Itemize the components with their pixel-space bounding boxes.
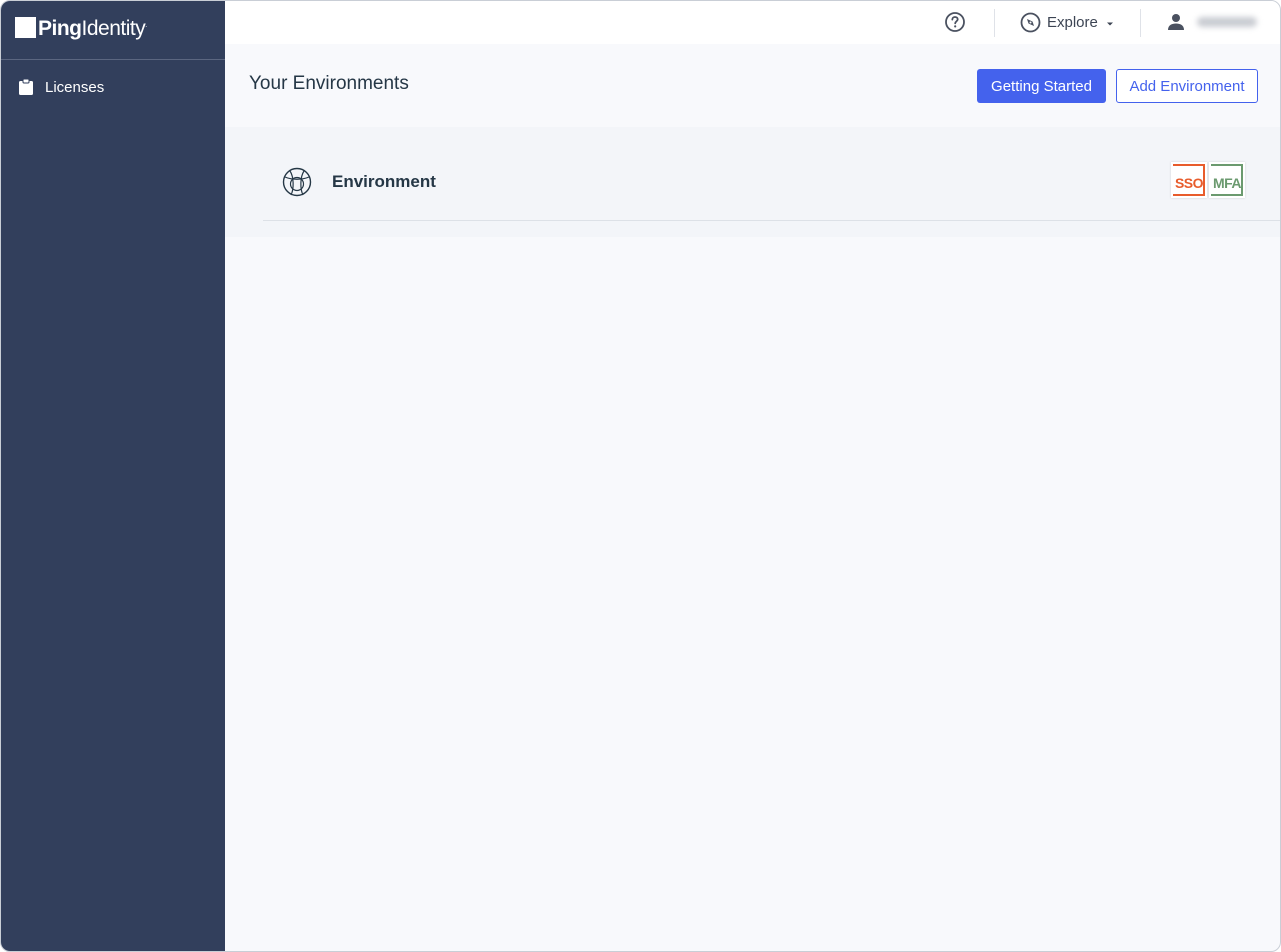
list-item[interactable]: Environment SSO MFA [263, 127, 1280, 221]
sso-badge-label: SSO [1174, 174, 1204, 191]
environment-list: Environment SSO MFA [225, 127, 1280, 237]
explore-label: Explore [1047, 13, 1098, 31]
chevron-down-icon [1106, 22, 1113, 25]
page-title: Your Environments [249, 73, 409, 94]
logo-text-bold: Ping [38, 16, 82, 40]
getting-started-button[interactable]: Getting Started [977, 69, 1106, 103]
logo-text-light: Identity [81, 16, 146, 40]
user-menu[interactable] [1167, 11, 1257, 33]
mfa-badge: MFA [1209, 162, 1245, 198]
compass-icon [1020, 12, 1041, 32]
user-icon [1168, 14, 1184, 30]
clipboard-icon [19, 79, 33, 95]
sidebar: PingIdentity. Licenses [1, 1, 225, 951]
environment-name: Environment [332, 172, 436, 191]
topbar-separator [994, 9, 995, 37]
sidebar-divider [1, 59, 225, 60]
topbar-separator [1140, 9, 1141, 37]
help-button[interactable] [944, 11, 966, 33]
sidebar-item-label: Licenses [45, 78, 105, 96]
add-environment-button[interactable]: Add Environment [1116, 69, 1258, 103]
logo-mark: . [145, 21, 147, 29]
logo-text: PingIdentity. [38, 14, 147, 41]
mfa-badge-label: MFA [1212, 174, 1242, 191]
help-circle-icon [945, 12, 965, 32]
globe-icon [282, 167, 312, 197]
sso-badge: SSO [1171, 162, 1207, 198]
product-badges: SSO MFA [1171, 162, 1247, 198]
logo-square-icon [15, 16, 36, 38]
app-window: PingIdentity. Licenses Explore Your Envi… [0, 0, 1281, 952]
sidebar-item-licenses[interactable]: Licenses [1, 73, 225, 101]
explore-menu[interactable]: Explore [1020, 10, 1114, 34]
user-name-redacted [1197, 17, 1257, 27]
top-bar: Explore [225, 1, 1280, 44]
ping-identity-logo[interactable]: PingIdentity. [15, 14, 147, 41]
